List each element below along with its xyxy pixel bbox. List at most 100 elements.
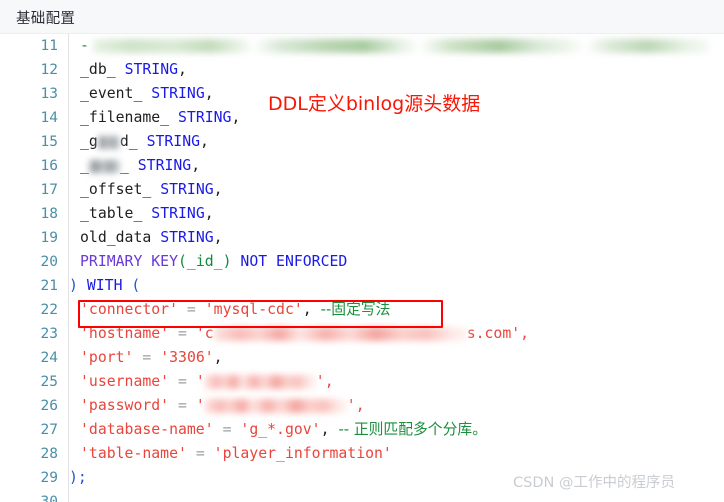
redacted-hostname-blur xyxy=(213,327,467,341)
column-name: _filename_ xyxy=(80,109,170,126)
comma: , xyxy=(213,229,223,246)
line-number: 29 xyxy=(40,470,58,486)
line-number-gutter: 11 12 13 14 15 16 17 18 19 20 21 22 23 2… xyxy=(0,34,68,502)
csdn-watermark: CSDN @工作中的程序员 xyxy=(513,475,675,491)
type-keyword: STRING xyxy=(124,61,179,78)
redacted-username-blur xyxy=(204,375,316,389)
key-column: _id_ xyxy=(186,253,223,270)
code-line[interactable]: 'password' = ' ', xyxy=(69,394,724,418)
column-name: _db_ xyxy=(80,61,116,78)
type-keyword: STRING xyxy=(160,181,214,198)
line-number: 16 xyxy=(40,158,58,174)
line-number: 30 xyxy=(40,494,58,502)
code-line[interactable]: _offset_ STRING, xyxy=(69,178,724,202)
equals-sign: = xyxy=(178,325,187,342)
option-key-username: 'username' xyxy=(80,373,170,390)
equals-sign: = xyxy=(222,421,232,438)
line-number: 27 xyxy=(40,422,58,438)
comma: , xyxy=(320,421,330,438)
option-value-hostname-prefix: 'c xyxy=(195,325,214,342)
code-line[interactable]: 'port' = '3306', xyxy=(69,346,724,370)
type-keyword: STRING xyxy=(178,109,232,126)
line-number: 11 xyxy=(40,38,58,54)
type-keyword: STRING xyxy=(146,133,201,150)
comma: , xyxy=(213,181,223,198)
equals-sign: = xyxy=(178,373,187,390)
code-line[interactable]: 'hostname' = 'c s.com', xyxy=(69,322,724,346)
line-number: 21 xyxy=(40,278,58,294)
page-title: 基础配置 xyxy=(16,11,76,27)
type-keyword: STRING xyxy=(151,205,205,222)
comma: , xyxy=(231,109,241,126)
paren-close: ) xyxy=(222,253,232,270)
line-number: 18 xyxy=(40,206,58,222)
with-keyword: WITH xyxy=(86,277,123,294)
column-name: old_data xyxy=(80,229,152,246)
code-line[interactable]: _db_ STRING, xyxy=(69,58,724,82)
line-number: 13 xyxy=(40,86,58,102)
type-keyword: STRING xyxy=(137,157,192,174)
code-line[interactable]: - xyxy=(69,34,724,58)
code-line[interactable]: _g d_ STRING, xyxy=(69,130,724,154)
line-number: 14 xyxy=(40,110,58,126)
option-value-database-name: 'g_*.gov' xyxy=(240,421,321,438)
primary-key-keyword: PRIMARY KEY xyxy=(80,253,178,270)
statement-end: ); xyxy=(69,469,87,486)
comma: , xyxy=(191,157,201,174)
comma: , xyxy=(204,205,214,222)
column-name-prefix: _g xyxy=(80,133,98,150)
comment-dash: - xyxy=(80,37,89,54)
line-number: 12 xyxy=(40,62,58,78)
option-key-hostname: 'hostname' xyxy=(80,325,170,342)
line-number: 15 xyxy=(40,134,58,150)
line-number: 20 xyxy=(40,254,58,270)
with-paren: ( xyxy=(131,277,141,294)
code-line[interactable]: old_data STRING, xyxy=(69,226,724,250)
line-number: 17 xyxy=(40,182,58,198)
option-value-table-name: 'player_information' xyxy=(213,445,392,462)
column-name-prefix: _ xyxy=(80,157,89,174)
line-number: 28 xyxy=(40,446,58,462)
inline-comment-database-name: -- 正则匹配多个分库。 xyxy=(338,421,487,438)
redacted-name-blur xyxy=(97,135,120,149)
inline-comment-connector: --固定写法 xyxy=(320,301,391,318)
type-keyword: STRING xyxy=(151,85,205,102)
equals-sign: = xyxy=(142,349,152,366)
not-enforced-keyword: NOT ENFORCED xyxy=(240,253,348,270)
comma: , xyxy=(213,349,223,366)
line-number: 26 xyxy=(40,398,58,414)
panel-header: 基础配置 xyxy=(0,0,724,34)
quote-open: ' xyxy=(195,397,205,414)
code-line[interactable]: 'table-name' = 'player_information' xyxy=(69,442,724,466)
quote-close: ', xyxy=(315,373,334,390)
option-key-port: 'port' xyxy=(80,349,134,366)
type-keyword: STRING xyxy=(160,229,214,246)
ddl-annotation-text: DDL定义binlog源头数据 xyxy=(268,93,481,115)
code-line[interactable]: ) WITH ( xyxy=(69,274,724,298)
redacted-name-blur xyxy=(88,159,120,173)
code-line[interactable]: 'username' = ' ', xyxy=(69,370,724,394)
redacted-comment-blur xyxy=(92,39,709,53)
code-line[interactable]: _table_ STRING, xyxy=(69,202,724,226)
equals-sign: = xyxy=(178,397,187,414)
line-number: 23 xyxy=(40,326,58,342)
equals-sign: = xyxy=(195,445,205,462)
option-key-database-name: 'database-name' xyxy=(80,421,214,438)
code-line[interactable]: PRIMARY KEY(_id_) NOT ENFORCED xyxy=(69,250,724,274)
code-line-connector[interactable]: 'connector' = 'mysql-cdc', --固定写法 xyxy=(69,298,724,322)
comma: , xyxy=(204,85,214,102)
code-line[interactable]: _ _ STRING, xyxy=(69,154,724,178)
line-number: 25 xyxy=(40,374,58,390)
column-name: _event_ xyxy=(80,85,143,102)
comma: , xyxy=(200,133,209,150)
option-key-connector: 'connector' xyxy=(80,301,178,318)
quote-close: ', xyxy=(346,397,365,414)
option-key-password: 'password' xyxy=(80,397,170,414)
line-number: 19 xyxy=(40,230,58,246)
quote-open: ' xyxy=(195,373,205,390)
option-value-hostname-suffix: s.com', xyxy=(466,325,530,342)
column-name-suffix: d_ xyxy=(119,133,138,150)
comma: , xyxy=(302,301,312,318)
code-line[interactable]: 'database-name' = 'g_*.gov', -- 正则匹配多个分库… xyxy=(69,418,724,442)
option-value-port: '3306' xyxy=(160,349,214,366)
